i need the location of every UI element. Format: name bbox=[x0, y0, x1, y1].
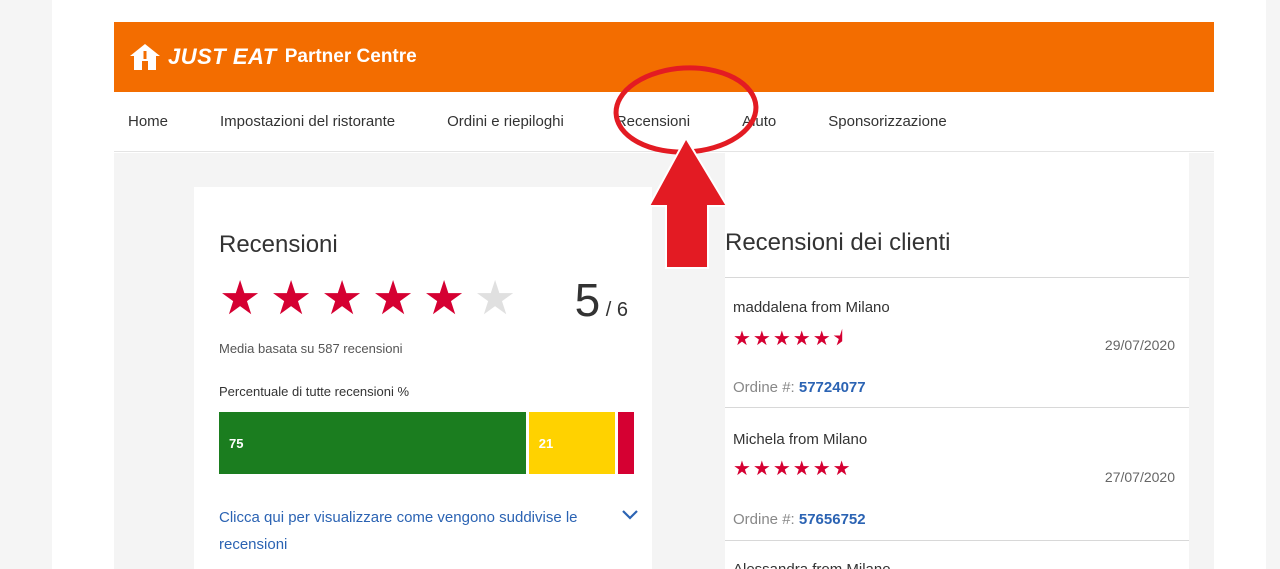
nav-sponsorship[interactable]: Sponsorizzazione bbox=[828, 113, 946, 130]
big-stars: ★ ★ ★ ★ ★ ★ bbox=[219, 273, 525, 323]
review-stars: ★★★★★★ bbox=[733, 458, 853, 480]
nav-reviews[interactable]: Recensioni bbox=[616, 113, 690, 130]
customer-reviews-panel: Recensioni dei clienti maddalena from Mi… bbox=[725, 153, 1189, 569]
just-eat-house-icon[interactable] bbox=[128, 43, 162, 71]
rating-stars-row: ★ ★ ★ ★ ★ ★ 5 / 6 bbox=[219, 273, 652, 327]
header-bar: JUST EAT Partner Centre bbox=[114, 22, 1214, 92]
star-icon: ★ bbox=[474, 271, 517, 324]
nav-help[interactable]: Aiuto bbox=[742, 113, 776, 130]
reviewer-name: Alessandra from Milano bbox=[733, 561, 891, 569]
main-nav: Home Impostazioni del ristorante Ordini … bbox=[114, 92, 1214, 152]
divider bbox=[725, 540, 1189, 541]
summary-title: Recensioni bbox=[219, 231, 338, 258]
customer-reviews-title: Recensioni dei clienti bbox=[725, 229, 951, 256]
order-info: Ordine #: 57656752 bbox=[733, 511, 866, 528]
reviews-summary-card: Recensioni ★ ★ ★ ★ ★ ★ 5 / 6 Media basata su … bbox=[194, 187, 652, 569]
nav-orders[interactable]: Ordini e riepiloghi bbox=[447, 113, 564, 130]
divider bbox=[725, 277, 1189, 278]
brand-subtitle: Partner Centre bbox=[284, 46, 417, 67]
breakdown-link-text[interactable]: Clicca qui per visualizzare come vengono… bbox=[219, 509, 578, 553]
bar-segment: 75 bbox=[219, 412, 526, 474]
nav-home[interactable]: Home bbox=[128, 113, 168, 130]
order-label: Ordine #: bbox=[733, 379, 795, 396]
star-icon: ★ bbox=[423, 271, 466, 324]
nav-restaurant-settings[interactable]: Impostazioni del ristorante bbox=[220, 113, 395, 130]
star-icon: ★ bbox=[372, 271, 415, 324]
star-icon: ★ bbox=[270, 271, 313, 324]
chevron-down-icon[interactable] bbox=[621, 506, 639, 524]
percent-label: Percentuale di tutte recensioni % bbox=[219, 384, 410, 399]
reviewer-name: maddalena from Milano bbox=[733, 299, 890, 316]
divider bbox=[725, 407, 1189, 408]
average-text: Media basata su 587 recensioni bbox=[219, 341, 403, 356]
bar-segment bbox=[617, 412, 634, 474]
left-gutter bbox=[0, 0, 52, 569]
percentage-bar: 75 21 bbox=[219, 412, 634, 474]
order-label: Ordine #: bbox=[733, 511, 795, 528]
reviewer-name: Michela from Milano bbox=[733, 431, 868, 448]
star-icon: ★ bbox=[219, 271, 262, 324]
review-stars: ★★★★★⯨ bbox=[733, 328, 846, 350]
rating-score: 5 / 6 bbox=[575, 273, 628, 327]
brand-name[interactable]: JUST EAT bbox=[168, 44, 277, 70]
review-date: 27/07/2020 bbox=[1104, 469, 1175, 485]
score-value: 5 bbox=[574, 274, 601, 326]
content-area: Recensioni ★ ★ ★ ★ ★ ★ 5 / 6 Media basata su … bbox=[114, 153, 1214, 569]
review-date: 29/07/2020 bbox=[1104, 337, 1175, 353]
star-icon: ★ bbox=[321, 271, 364, 324]
partner-centre-app: JUST EAT Partner Centre Home Impostazion… bbox=[114, 22, 1214, 569]
order-info: Ordine #: 57724077 bbox=[733, 379, 866, 396]
breakdown-link[interactable]: Clicca qui per visualizzare come vengono… bbox=[219, 504, 639, 558]
bar-segment: 21 bbox=[528, 412, 615, 474]
score-max: / 6 bbox=[605, 299, 628, 321]
order-number-link[interactable]: 57724077 bbox=[799, 379, 866, 396]
order-number-link[interactable]: 57656752 bbox=[799, 511, 866, 528]
right-gutter bbox=[1266, 0, 1280, 569]
